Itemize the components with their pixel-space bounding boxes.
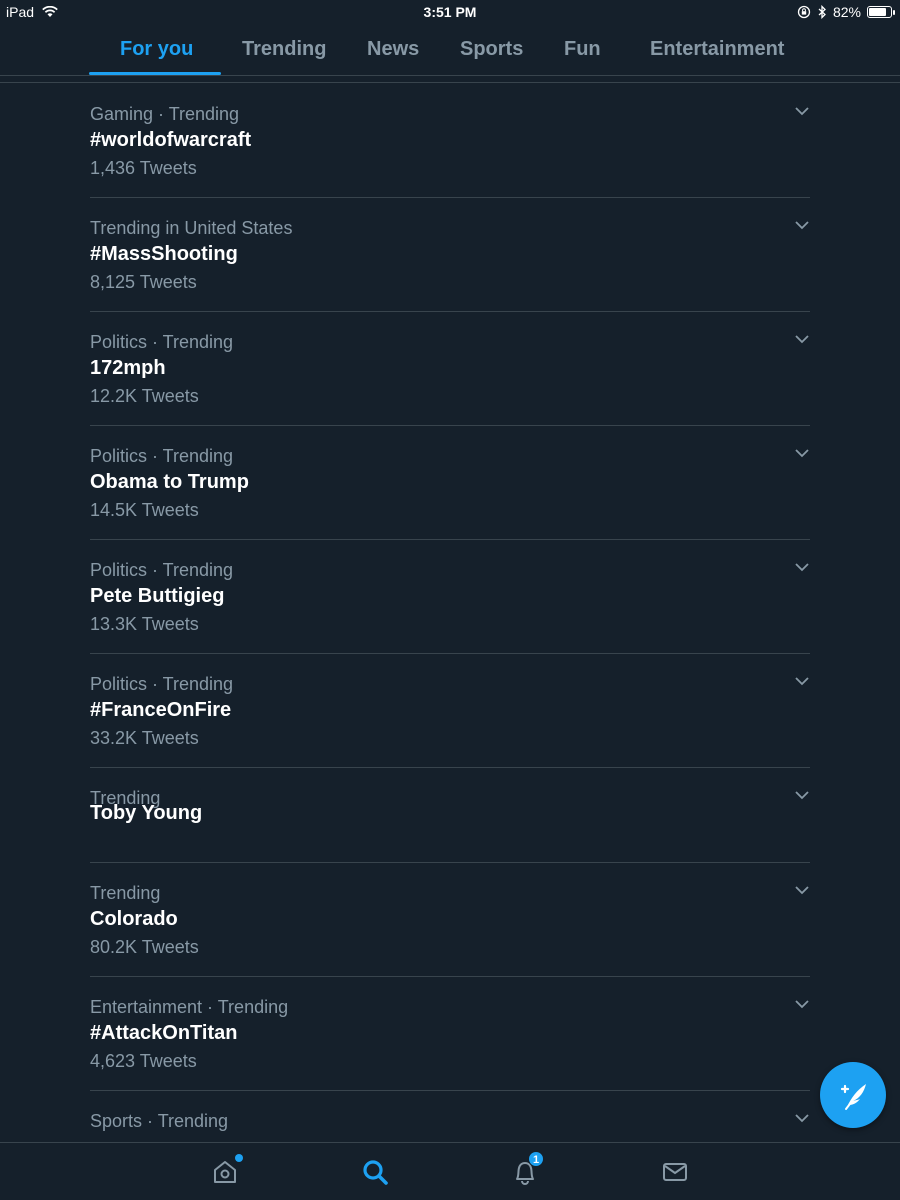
nav-notifications[interactable]: 1 [510,1151,544,1187]
compose-tweet-icon [840,1084,866,1110]
trend-item[interactable]: Sports · Trending [90,1091,810,1142]
explore-tabs: For you Trending News Sports Fun Enterta… [0,24,900,76]
trend-context: Politics · Trending [90,560,234,580]
trend-item[interactable]: Trending in United States #MassShooting … [90,198,810,312]
chevron-down-icon[interactable] [794,562,810,572]
trend-name: Toby Young [90,802,203,824]
chevron-down-icon[interactable] [794,220,810,230]
trends-list: Gaming · Trending #worldofwarcraft 1,436… [90,84,810,1142]
trend-name: #AttackOnTitan [90,1022,238,1044]
trend-name: #FranceOnFire [90,699,232,721]
trend-context: Trending [90,883,161,903]
nav-messages[interactable] [660,1157,690,1187]
trend-context: Sports · Trending [90,1111,229,1131]
notification-badge: 1 [528,1151,544,1167]
compose-tweet-button[interactable] [820,1062,886,1128]
trend-tweet-count: 12.2K Tweets [90,386,199,406]
trend-item[interactable]: Politics · Trending 172mph 12.2K Tweets [90,312,810,426]
messages-icon [663,1163,687,1181]
divider [0,82,900,83]
trend-tweet-count: 13.3K Tweets [90,614,199,634]
tab-for-you[interactable]: For you [120,38,193,61]
trend-name: Pete Buttigieg [90,585,225,607]
trend-context: Politics · Trending [90,446,234,466]
trend-tweet-count: 4,623 Tweets [90,1051,197,1071]
status-right: 82% [797,4,895,20]
trend-context: Politics · Trending [90,332,234,352]
home-icon [214,1161,236,1183]
chevron-down-icon[interactable] [794,448,810,458]
trend-item[interactable]: Trending Colorado 80.2K Tweets [90,863,810,977]
trend-tweet-count: 33.2K Tweets [90,728,199,748]
status-bar: iPad 3:51 PM 82% [0,0,900,24]
trend-item[interactable]: Entertainment · Trending #AttackOnTitan … [90,977,810,1091]
tab-fun[interactable]: Fun [564,38,601,61]
tab-entertainment[interactable]: Entertainment [650,38,784,61]
chevron-down-icon[interactable] [794,106,810,116]
trend-name: #worldofwarcraft [90,129,252,151]
trend-context: Politics · Trending [90,674,234,694]
trend-name: 172mph [90,357,166,379]
trend-item[interactable]: Politics · Trending Obama to Trump 14.5K… [90,426,810,540]
trend-name: Obama to Trump [90,471,249,493]
tab-sports[interactable]: Sports [460,38,523,61]
trend-context: Entertainment · Trending [90,997,289,1017]
search-icon [363,1160,388,1185]
battery-icon [867,6,895,18]
bottom-tab-bar: 1 [0,1142,900,1200]
battery-percent: 82% [832,4,861,20]
nav-search[interactable] [360,1157,390,1187]
active-tab-indicator [89,72,221,75]
trend-item[interactable]: Politics · Trending Pete Buttigieg 13.3K… [90,540,810,654]
orientation-lock-icon [797,5,811,19]
trend-item[interactable]: Politics · Trending #FranceOnFire 33.2K … [90,654,810,768]
chevron-down-icon[interactable] [794,790,810,800]
tab-news[interactable]: News [367,38,419,61]
trend-name: #MassShooting [90,243,238,265]
battery-fill [869,8,887,16]
trend-context: Trending in United States [90,218,293,238]
new-content-dot [235,1154,243,1162]
chevron-down-icon[interactable] [794,334,810,344]
status-time: 3:51 PM [423,4,477,20]
chevron-down-icon[interactable] [794,676,810,686]
nav-home[interactable] [210,1154,243,1187]
chevron-down-icon[interactable] [794,885,810,895]
trend-tweet-count: 14.5K Tweets [90,500,199,520]
trend-tweet-count: 80.2K Tweets [90,937,199,957]
trend-tweet-count: 1,436 Tweets [90,158,197,178]
trend-tweet-count: 8,125 Tweets [90,272,197,292]
trend-item[interactable]: Gaming · Trending #worldofwarcraft 1,436… [90,84,810,198]
trend-context: Gaming · Trending [90,104,240,124]
bluetooth-icon [818,5,826,19]
chevron-down-icon[interactable] [794,999,810,1009]
trend-name: Colorado [90,908,178,930]
chevron-down-icon[interactable] [794,1113,810,1123]
tab-trending[interactable]: Trending [242,38,326,61]
trend-item[interactable]: Trending Toby Young [90,768,810,863]
